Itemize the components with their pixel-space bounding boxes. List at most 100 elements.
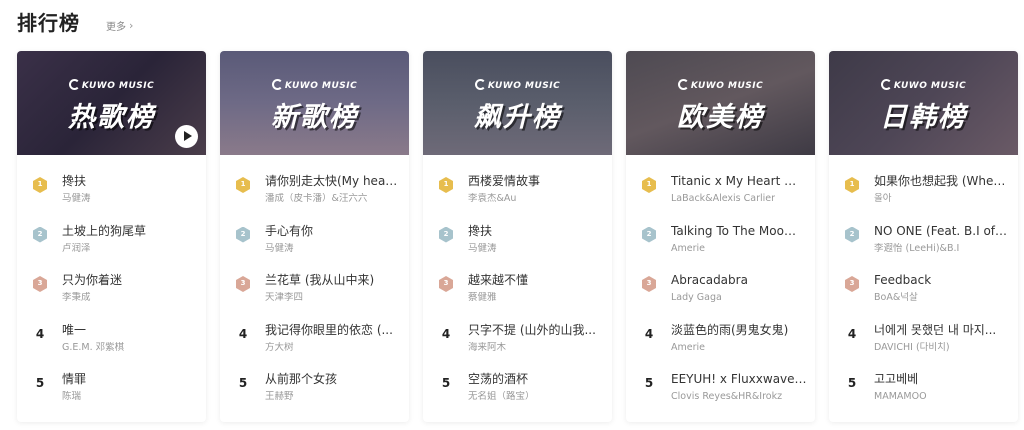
song-title[interactable]: 情罪	[62, 372, 198, 386]
song-title[interactable]: 唯一	[62, 323, 198, 337]
song-artist[interactable]: LaBack&Alexis Carlier	[671, 193, 807, 204]
song-artist[interactable]: 马健涛	[265, 243, 401, 254]
song-item[interactable]: 4 我记得你眼里的依恋 (... 方大树	[220, 318, 409, 368]
song-artist[interactable]: Amerie	[671, 342, 807, 353]
song-item[interactable]: 5 고고베베 MAMAMOO	[829, 367, 1018, 417]
song-artist[interactable]: 方大树	[265, 342, 401, 353]
song-item[interactable]: 4 只字不提 (山外的山我... 海来阿木	[423, 318, 612, 368]
song-item[interactable]: 5 空荡的酒杯 无名姐（路宝）	[423, 367, 612, 417]
chart-cover[interactable]: KUWO MUSIC 欧美榜	[626, 51, 815, 155]
song-artist[interactable]: 陈瑞	[62, 391, 198, 402]
song-artist[interactable]: 李秉成	[62, 292, 198, 303]
song-item[interactable]: 5 EEYUH! x Fluxxwave(S... Clovis Reyes&HR&…	[626, 367, 815, 417]
song-title[interactable]: Titanic x My Heart Wi...	[671, 174, 807, 188]
rank-number: 3	[443, 279, 449, 287]
rank-medal-icon: 3	[640, 275, 658, 293]
song-artist[interactable]: 蔡健雅	[468, 292, 604, 303]
rank-number: 4	[238, 326, 248, 341]
song-item[interactable]: 2 Talking To The Moom... Amerie	[626, 219, 815, 269]
song-title[interactable]: 搀扶	[468, 224, 604, 238]
song-title[interactable]: 手心有你	[265, 224, 401, 238]
song-item[interactable]: 5 情罪 陈瑞	[17, 367, 206, 417]
song-title[interactable]: 搀扶	[62, 174, 198, 188]
song-title[interactable]: 越来越不懂	[468, 273, 604, 287]
song-artist[interactable]: 马健涛	[62, 193, 198, 204]
song-title[interactable]: NO ONE (Feat. B.I of i...	[874, 224, 1010, 238]
song-title[interactable]: 空荡的酒杯	[468, 372, 604, 386]
chart-cover[interactable]: KUWO MUSIC 飙升榜	[423, 51, 612, 155]
song-title[interactable]: 从前那个女孩	[265, 372, 401, 386]
song-artist[interactable]: MAMAMOO	[874, 391, 1010, 402]
rank-number: 2	[443, 229, 449, 238]
rank-medal-icon: 3	[843, 275, 861, 293]
song-item[interactable]: 3 Feedback BoA&넉살	[829, 268, 1018, 318]
song-title[interactable]: 너에게 못했던 내 마지...	[874, 323, 1010, 337]
rank-medal-icon: 2	[437, 226, 455, 244]
song-item[interactable]: 1 西楼爱情故事 李袁杰&Au	[423, 169, 612, 219]
song-artist[interactable]: G.E.M. 邓紫棋	[62, 342, 198, 353]
song-item[interactable]: 4 唯一 G.E.M. 邓紫棋	[17, 318, 206, 368]
song-title[interactable]: 只为你着迷	[62, 273, 198, 287]
more-link[interactable]: 更多 ›	[106, 18, 133, 33]
song-item[interactable]: 1 Titanic x My Heart Wi... LaBack&Alexis C…	[626, 169, 815, 219]
song-artist[interactable]: BoA&넉살	[874, 292, 1010, 303]
chart-card: KUWO MUSIC 日韩榜 1 如果你也想起我 (When... 올아 2 NO ONE …	[829, 51, 1018, 422]
song-artist[interactable]: 李遐怡 (LeeHi)&B.I	[874, 243, 1010, 254]
song-title[interactable]: 고고베베	[874, 372, 1010, 386]
song-item[interactable]: 3 Abracadabra Lady Gaga	[626, 268, 815, 318]
song-artist[interactable]: Clovis Reyes&HR&Irokz	[671, 391, 807, 402]
song-artist[interactable]: Lady Gaga	[671, 292, 807, 303]
rank-medal-icon: 1	[640, 176, 658, 194]
song-title[interactable]: Talking To The Moom...	[671, 224, 807, 238]
song-list: 1 Titanic x My Heart Wi... LaBack&Alexis C…	[626, 155, 815, 417]
song-title[interactable]: 兰花草 (我从山中来)	[265, 273, 401, 287]
song-item[interactable]: 2 搀扶马健涛	[423, 219, 612, 269]
rank-medal-icon: 2	[234, 226, 252, 244]
song-item[interactable]: 2 土坡上的狗尾草 卢润泽	[17, 219, 206, 269]
song-title[interactable]: 请你别走太快(My heart...	[265, 174, 401, 188]
song-artist[interactable]: Amerie	[671, 243, 807, 254]
song-item[interactable]: 3 兰花草 (我从山中来) 天津李四	[220, 268, 409, 318]
song-title[interactable]: 如果你也想起我 (When...	[874, 174, 1010, 188]
song-title[interactable]: 淡蓝色的雨(男鬼女鬼)	[671, 323, 807, 337]
song-item[interactable]: 3 越来越不懂蔡健雅	[423, 268, 612, 318]
song-artist[interactable]: 海来阿木	[468, 342, 604, 353]
rank-number: 2	[646, 229, 652, 238]
song-list: 1 如果你也想起我 (When... 올아 2 NO ONE (Feat. B.I of…	[829, 155, 1018, 417]
song-artist[interactable]: 潘成（皮卡潘）&汪六六	[265, 193, 401, 204]
song-item[interactable]: 1 搀扶马健涛	[17, 169, 206, 219]
song-artist[interactable]: 王赫野	[265, 391, 401, 402]
song-artist[interactable]: 李袁杰&Au	[468, 193, 604, 204]
song-item[interactable]: 5 从前那个女孩 王赫野	[220, 367, 409, 417]
song-item[interactable]: 3 只为你着迷 李秉成	[17, 268, 206, 318]
chart-cards: KUWO MUSIC 热歌榜 1 搀扶 马健涛 2 土坡上的狗尾草 卢润泽 3 只为你着迷 李秉成 4…	[17, 51, 1018, 422]
rank-medal-icon: 1	[31, 176, 49, 194]
kuwo-logo-text: KUWO MUSIC	[284, 81, 358, 91]
rank-number: 2	[37, 229, 43, 238]
chart-cover[interactable]: KUWO MUSIC 日韩榜	[829, 51, 1018, 155]
rank-medal-icon: 1	[843, 176, 861, 194]
chart-cover[interactable]: KUWO MUSIC 热歌榜	[17, 51, 206, 155]
play-button[interactable]	[175, 125, 198, 148]
song-artist[interactable]: 卢润泽	[62, 243, 198, 254]
song-item[interactable]: 4 너에게 못했던 내 마지... DAVICHI (다비치)	[829, 318, 1018, 368]
song-artist[interactable]: 올아	[874, 193, 1010, 204]
chart-cover[interactable]: KUWO MUSIC 新歌榜	[220, 51, 409, 155]
song-item[interactable]: 1 请你别走太快(My heart... 潘成（皮卡潘）&汪六六	[220, 169, 409, 219]
song-item[interactable]: 4 淡蓝色的雨(男鬼女鬼) Amerie	[626, 318, 815, 368]
song-title[interactable]: 西楼爱情故事	[468, 174, 604, 188]
song-artist[interactable]: 天津李四	[265, 292, 401, 303]
song-title[interactable]: Abracadabra	[671, 273, 807, 287]
song-artist[interactable]: 无名姐（路宝）	[468, 391, 604, 402]
song-item[interactable]: 2 手心有你马健涛	[220, 219, 409, 269]
song-item[interactable]: 2 NO ONE (Feat. B.I of i... 李遐怡 (LeeHi)&B.…	[829, 219, 1018, 269]
song-item[interactable]: 1 如果你也想起我 (When... 올아	[829, 169, 1018, 219]
song-title[interactable]: 我记得你眼里的依恋 (...	[265, 323, 401, 337]
song-title[interactable]: 土坡上的狗尾草	[62, 224, 198, 238]
rank-number: 3	[646, 279, 652, 287]
song-title[interactable]: EEYUH! x Fluxxwave(S...	[671, 372, 807, 386]
song-artist[interactable]: DAVICHI (다비치)	[874, 342, 1010, 353]
song-artist[interactable]: 马健涛	[468, 243, 604, 254]
song-title[interactable]: 只字不提 (山外的山我...	[468, 323, 604, 337]
song-title[interactable]: Feedback	[874, 273, 1010, 287]
